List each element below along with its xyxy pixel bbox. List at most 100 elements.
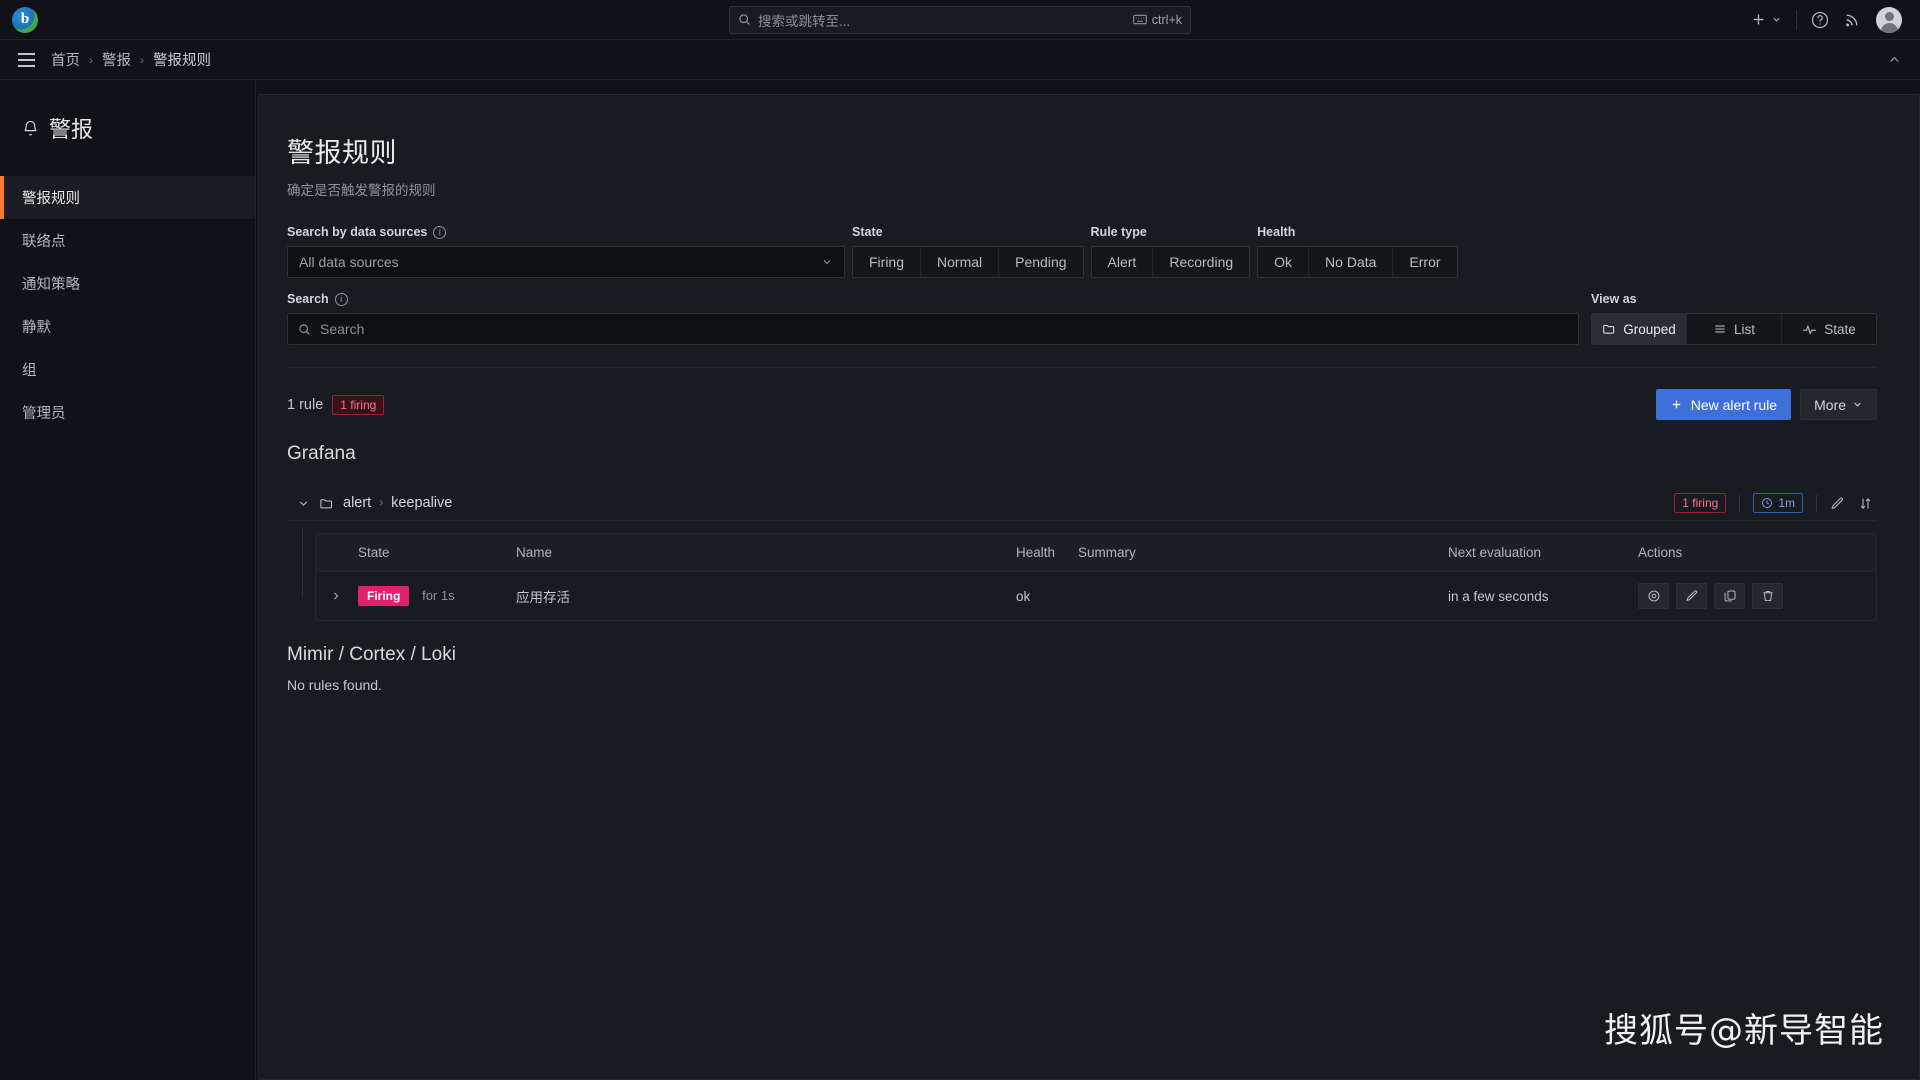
view-as-state-button[interactable]: State <box>1781 314 1876 344</box>
new-alert-rule-label: New alert rule <box>1691 397 1777 413</box>
rule-type-option-recording[interactable]: Recording <box>1152 247 1249 277</box>
add-new-button[interactable] <box>1750 11 1782 28</box>
breadcrumb: 首页 › 警报 › 警报规则 <box>51 49 211 70</box>
sidebar-item-admin[interactable]: 管理员 <box>0 391 255 434</box>
health-filter: Health Ok No Data Error <box>1257 225 1457 278</box>
sidebar-item-silences[interactable]: 静默 <box>0 305 255 348</box>
state-label-text: State <box>852 225 883 239</box>
rules-table-head: State Name Health Summary Next evaluatio… <box>316 534 1876 572</box>
user-avatar[interactable] <box>1876 7 1902 33</box>
breadcrumb-separator: › <box>140 53 144 67</box>
top-bar-actions <box>1750 7 1920 33</box>
folder-icon <box>1602 322 1616 336</box>
state-filter-label: State <box>852 225 1084 239</box>
header-expander <box>316 534 350 572</box>
reorder-group-icon[interactable] <box>1858 496 1873 511</box>
search-input-placeholder: Search <box>320 321 364 337</box>
row-summary-cell <box>1070 572 1440 621</box>
keyboard-shortcut-label: ctrl+k <box>1152 13 1182 27</box>
datasource-select-value: All data sources <box>299 254 399 270</box>
view-as-label-text: View as <box>1591 292 1637 306</box>
header-summary: Summary <box>1070 534 1440 572</box>
rule-group-name[interactable]: keepalive <box>391 495 452 511</box>
view-as-list-button[interactable]: List <box>1686 314 1781 344</box>
sidebar-item-notification-policies[interactable]: 通知策略 <box>0 262 255 305</box>
rule-type-radio-group: Alert Recording <box>1091 246 1251 278</box>
sidebar-title: 警报 <box>49 112 93 144</box>
view-as-grouped-button[interactable]: Grouped <box>1592 314 1686 344</box>
breadcrumb-item-alert-rules[interactable]: 警报规则 <box>153 49 211 70</box>
row-actions-cell <box>1630 572 1876 621</box>
datasource-select[interactable]: All data sources <box>287 246 845 278</box>
news-feed-icon[interactable] <box>1843 10 1862 29</box>
row-next-evaluation-cell: in a few seconds <box>1440 572 1630 621</box>
row-action-buttons <box>1638 583 1868 609</box>
search-row: Search i Search View as <box>287 292 1877 345</box>
state-filter: State Firing Normal Pending <box>852 225 1084 278</box>
chevron-down-icon <box>821 256 833 268</box>
chevron-down-icon[interactable] <box>297 497 310 510</box>
rule-type-option-alert[interactable]: Alert <box>1092 247 1153 277</box>
new-alert-rule-button[interactable]: New alert rule <box>1656 389 1791 420</box>
sidebar-item-label: 警报规则 <box>22 191 80 207</box>
info-icon[interactable]: i <box>335 293 348 306</box>
view-as-state-label: State <box>1824 322 1856 337</box>
state-option-normal[interactable]: Normal <box>920 247 998 277</box>
meta-divider <box>1739 495 1740 512</box>
copy-icon[interactable] <box>1714 583 1745 609</box>
rule-count-label: 1 rule <box>287 397 323 413</box>
edit-group-icon[interactable] <box>1830 496 1845 511</box>
help-icon[interactable] <box>1811 11 1829 29</box>
health-option-ok[interactable]: Ok <box>1258 247 1308 277</box>
search-filter-label: Search i <box>287 292 1579 306</box>
view-as-filter: View as Grouped <box>1591 292 1877 345</box>
sidebar-item-label: 组 <box>22 363 37 379</box>
clock-icon <box>1761 497 1773 509</box>
group-firing-badge: 1 firing <box>1674 493 1726 513</box>
main-content: 警报规则 确定是否触发警报的规则 Search by data sources … <box>256 80 1920 1080</box>
chevron-up-icon[interactable] <box>1887 52 1902 67</box>
sidebar-item-label: 联络点 <box>22 234 66 250</box>
datasource-label-text: Search by data sources <box>287 225 427 239</box>
sidebar-section-header: 警报 <box>0 112 255 144</box>
breadcrumb-item-alerting[interactable]: 警报 <box>102 49 131 70</box>
keyboard-shortcut-hint: ctrl+k <box>1133 13 1182 27</box>
health-option-no-data[interactable]: No Data <box>1308 247 1392 277</box>
view-icon[interactable] <box>1638 583 1669 609</box>
view-as-grouped-label: Grouped <box>1623 322 1676 337</box>
page-title: 警报规则 <box>287 131 1877 170</box>
rules-table-wrapper: State Name Health Summary Next evaluatio… <box>315 533 1877 621</box>
meta-divider <box>1816 495 1817 512</box>
sidebar-item-groups[interactable]: 组 <box>0 348 255 391</box>
no-rules-message: No rules found. <box>287 677 1877 693</box>
state-option-firing[interactable]: Firing <box>853 247 920 277</box>
health-option-error[interactable]: Error <box>1392 247 1456 277</box>
row-health-cell: ok <box>1008 572 1070 621</box>
rule-type-filter: Rule type Alert Recording <box>1091 225 1251 278</box>
row-state-cell: Firing for 1s <box>350 572 508 621</box>
rule-group-header[interactable]: alert › keepalive 1 firing 1m <box>287 486 1877 521</box>
status-badge: Firing <box>358 586 409 606</box>
app-logo[interactable]: b <box>12 7 38 33</box>
delete-icon[interactable] <box>1752 583 1783 609</box>
search-input[interactable]: Search <box>287 313 1579 345</box>
rules-table: State Name Health Summary Next evaluatio… <box>316 534 1876 620</box>
edit-icon[interactable] <box>1676 583 1707 609</box>
content-panel: 警报规则 确定是否触发警报的规则 Search by data sources … <box>258 94 1920 1080</box>
filter-bar: Search by data sources i All data source… <box>287 225 1877 278</box>
more-button[interactable]: More <box>1800 389 1877 420</box>
breadcrumb-item-home[interactable]: 首页 <box>51 49 80 70</box>
row-name-cell[interactable]: 应用存活 <box>508 572 1008 621</box>
info-icon[interactable]: i <box>433 226 446 239</box>
rule-group-folder[interactable]: alert <box>343 495 371 511</box>
sidebar-item-contact-points[interactable]: 联络点 <box>0 219 255 262</box>
chevron-down-icon <box>1852 399 1863 410</box>
table-row[interactable]: Firing for 1s 应用存活 ok in a few seconds <box>316 572 1876 621</box>
state-option-pending[interactable]: Pending <box>998 247 1082 277</box>
menu-toggle-icon[interactable] <box>14 49 39 71</box>
chevron-right-icon[interactable] <box>330 590 342 602</box>
search-icon <box>738 13 751 26</box>
global-search-input[interactable]: 搜索或跳转至... ctrl+k <box>729 6 1191 34</box>
sidebar-item-alert-rules[interactable]: 警报规则 <box>0 176 255 219</box>
table-header-row: State Name Health Summary Next evaluatio… <box>316 534 1876 572</box>
